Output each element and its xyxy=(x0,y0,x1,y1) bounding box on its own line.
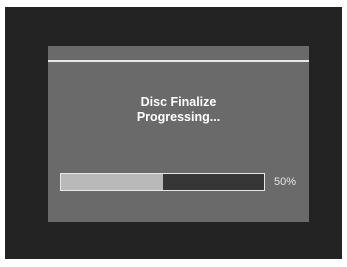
status-message-line-2: Progressing... xyxy=(136,110,221,124)
title-divider xyxy=(48,60,309,62)
finalize-dialog: Disc Finalize Progressing... 50% xyxy=(48,46,309,222)
screen-background: Disc Finalize Progressing... 50% xyxy=(5,7,342,259)
progress-bar xyxy=(60,173,265,191)
progress-percent: 50% xyxy=(274,176,297,188)
status-message: Disc Finalize Progressing... xyxy=(48,95,309,125)
status-message-line-1: Disc Finalize xyxy=(140,95,217,109)
progress-bar-fill xyxy=(61,174,163,190)
